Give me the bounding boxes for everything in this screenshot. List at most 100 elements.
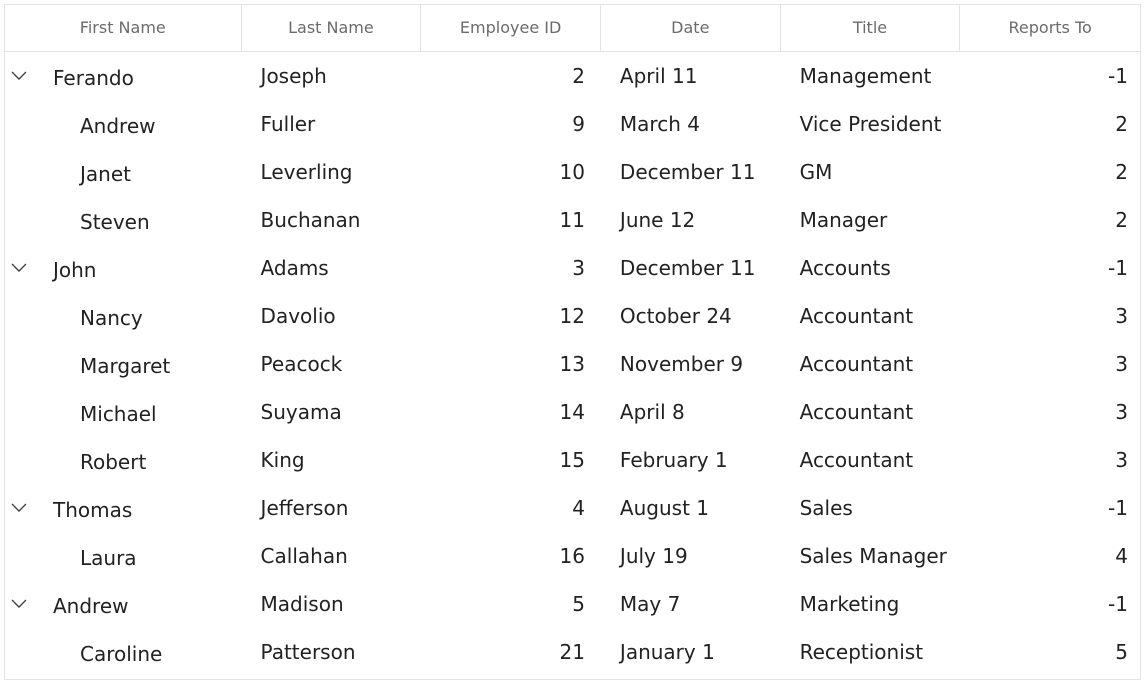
cell-employee-id: 2	[572, 64, 585, 88]
first-name-text: Steven	[80, 210, 150, 234]
table-row[interactable]: Ferando Joseph 2 April 11 Management -1	[5, 52, 1140, 100]
cell-date: January 1	[619, 640, 715, 664]
table-row[interactable]: Andrew Madison 5 May 7 Marketing -1	[5, 580, 1140, 628]
table-row[interactable]: Janet Leverling 10 December 11 GM 2	[5, 148, 1140, 196]
cell-date: April 8	[619, 400, 685, 424]
cell-first-name: Thomas	[5, 484, 242, 532]
cell-reports-to: -1	[1108, 592, 1128, 616]
cell-reports-to: 2	[1115, 160, 1128, 184]
cell-title: Manager	[799, 208, 888, 232]
cell-employee-id: 9	[572, 112, 585, 136]
cell-first-name: Steven	[5, 196, 242, 244]
first-name-text: Robert	[80, 450, 147, 474]
cell-employee-id: 10	[559, 160, 585, 184]
cell-employee-id: 21	[559, 640, 585, 664]
column-header-title[interactable]: Title	[781, 5, 961, 51]
table-row[interactable]: Andrew Fuller 9 March 4 Vice President 2	[5, 100, 1140, 148]
first-name-text: John	[53, 258, 97, 282]
table-row[interactable]: Steven Buchanan 11 June 12 Manager 2	[5, 196, 1140, 244]
first-name-text: Michael	[80, 402, 157, 426]
cell-last-name: Madison	[260, 592, 344, 616]
first-name-text: Nancy	[80, 306, 143, 330]
first-name-text: Caroline	[80, 642, 163, 666]
cell-reports-to: 3	[1115, 448, 1128, 472]
cell-employee-id: 15	[559, 448, 585, 472]
cell-date: July 19	[619, 544, 688, 568]
cell-reports-to: 2	[1115, 208, 1128, 232]
first-name-text: Ferando	[53, 66, 134, 90]
chevron-down-icon[interactable]	[10, 596, 28, 610]
cell-first-name: Andrew	[5, 100, 242, 148]
cell-first-name: Janet	[5, 148, 242, 196]
cell-first-name: Nancy	[5, 292, 242, 340]
column-header-date[interactable]: Date	[601, 5, 781, 51]
cell-reports-to: 3	[1115, 400, 1128, 424]
cell-last-name: Davolio	[260, 304, 336, 328]
column-header-employee-id[interactable]: Employee ID	[421, 5, 601, 51]
tree-grid: First Name Last Name Employee ID Date Ti…	[4, 4, 1141, 680]
cell-date: March 4	[619, 112, 700, 136]
cell-last-name: Leverling	[260, 160, 353, 184]
cell-reports-to: 3	[1115, 352, 1128, 376]
table-row[interactable]: Caroline Patterson 21 January 1 Receptionist…	[5, 628, 1140, 676]
cell-employee-id: 14	[559, 400, 585, 424]
column-header-first-name[interactable]: First Name	[5, 5, 242, 51]
cell-employee-id: 3	[572, 256, 585, 280]
first-name-text: Andrew	[53, 594, 129, 618]
cell-last-name: Peacock	[260, 352, 343, 376]
first-name-text: Thomas	[53, 498, 133, 522]
cell-title: Receptionist	[799, 640, 924, 664]
cell-date: February 1	[619, 448, 728, 472]
cell-date: December 11	[619, 256, 756, 280]
cell-first-name: Michael	[5, 388, 242, 436]
cell-title: Accountant	[799, 352, 914, 376]
cell-last-name: Jefferson	[260, 496, 349, 520]
cell-last-name: Joseph	[260, 64, 327, 88]
cell-title: Accountant	[799, 400, 914, 424]
cell-first-name: Laura	[5, 532, 242, 580]
cell-employee-id: 4	[572, 496, 585, 520]
cell-employee-id: 12	[559, 304, 585, 328]
cell-last-name: Adams	[260, 256, 329, 280]
table-row[interactable]: John Adams 3 December 11 Accounts -1	[5, 244, 1140, 292]
table-row[interactable]: Nancy Davolio 12 October 24 Accountant 3	[5, 292, 1140, 340]
cell-date: December 11	[619, 160, 756, 184]
cell-date: May 7	[619, 592, 681, 616]
cell-reports-to: 5	[1115, 640, 1128, 664]
cell-employee-id: 16	[559, 544, 585, 568]
cell-last-name: King	[260, 448, 305, 472]
table-row[interactable]: Thomas Jefferson 4 August 1 Sales -1	[5, 484, 1140, 532]
chevron-down-icon[interactable]	[10, 260, 28, 274]
cell-reports-to: 2	[1115, 112, 1128, 136]
cell-date: June 12	[619, 208, 696, 232]
cell-reports-to: -1	[1108, 256, 1128, 280]
cell-title: GM	[799, 160, 833, 184]
cell-date: August 1	[619, 496, 709, 520]
first-name-text: Margaret	[80, 354, 171, 378]
cell-first-name: John	[5, 244, 242, 292]
cell-date: November 9	[619, 352, 744, 376]
cell-reports-to: -1	[1108, 496, 1128, 520]
cell-reports-to: -1	[1108, 64, 1128, 88]
cell-title: Vice President	[799, 112, 942, 136]
cell-first-name: Andrew	[5, 580, 242, 628]
chevron-down-icon[interactable]	[10, 68, 28, 82]
grid-body: Ferando Joseph 2 April 11 Management -1 Andrew…	[5, 52, 1140, 676]
chevron-down-icon[interactable]	[10, 500, 28, 514]
table-row[interactable]: Michael Suyama 14 April 8 Accountant 3	[5, 388, 1140, 436]
grid-header: First Name Last Name Employee ID Date Ti…	[5, 5, 1140, 52]
table-row[interactable]: Laura Callahan 16 July 19 Sales Manager 4	[5, 532, 1140, 580]
cell-title: Accountant	[799, 304, 914, 328]
cell-first-name: Caroline	[5, 628, 242, 676]
cell-employee-id: 13	[559, 352, 585, 376]
cell-last-name: Patterson	[260, 640, 356, 664]
table-row[interactable]: Robert King 15 February 1 Accountant 3	[5, 436, 1140, 484]
table-row[interactable]: Margaret Peacock 13 November 9 Accountant 3	[5, 340, 1140, 388]
cell-employee-id: 5	[572, 592, 585, 616]
cell-reports-to: 3	[1115, 304, 1128, 328]
column-header-reports-to[interactable]: Reports To	[960, 5, 1140, 51]
cell-last-name: Fuller	[260, 112, 316, 136]
cell-title: Marketing	[799, 592, 900, 616]
cell-title: Sales	[799, 496, 853, 520]
column-header-last-name[interactable]: Last Name	[242, 5, 422, 51]
